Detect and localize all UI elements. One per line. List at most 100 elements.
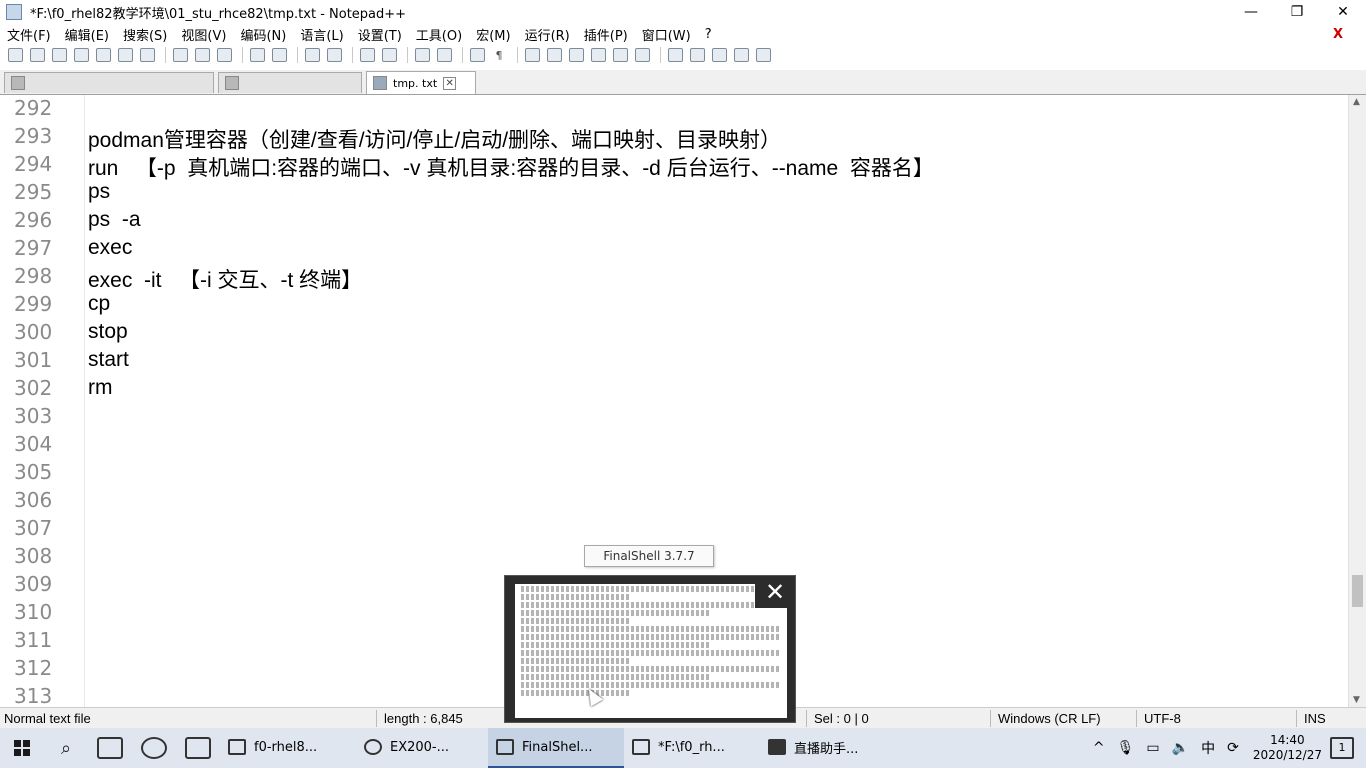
app-tray-icon[interactable]: ⟳ [1227, 740, 1239, 756]
status-selection: Sel : 0 | 0 [814, 711, 869, 726]
code-line[interactable]: exec -it 【-i 交互、-t 终端】 [88, 264, 362, 294]
menu-search[interactable]: 搜索(S) [116, 25, 174, 44]
menu-help[interactable]: ? [698, 27, 719, 42]
network-icon[interactable]: ▭ [1146, 740, 1159, 756]
code-line[interactable]: stop [88, 320, 128, 344]
monitoring-icon[interactable] [633, 47, 651, 63]
function-list-icon[interactable] [589, 47, 607, 63]
scroll-up-icon[interactable]: ▲ [1353, 97, 1360, 107]
menu-settings[interactable]: 设置(T) [351, 25, 409, 44]
code-line[interactable]: run 【-p 真机端口:容器的端口、-v 真机目录:容器的目录、-d 后台运行… [88, 152, 934, 182]
task-finalshell[interactable]: FinalShel... [488, 728, 624, 768]
menu-edit[interactable]: 编辑(E) [58, 25, 116, 44]
ime-indicator[interactable]: 中 [1201, 738, 1215, 758]
new-file-icon[interactable] [6, 47, 24, 63]
close-file-icon[interactable] [94, 47, 112, 63]
microphone-icon[interactable]: 🎙 [1117, 740, 1135, 756]
open-file-icon[interactable] [28, 47, 46, 63]
code-line[interactable]: cp [88, 292, 110, 316]
menu-plugins[interactable]: 插件(P) [577, 25, 635, 44]
show-all-chars-icon[interactable]: ¶ [490, 47, 508, 63]
save-all-icon[interactable] [72, 47, 90, 63]
task-ex200[interactable]: EX200-... [356, 728, 488, 768]
task-live-assistant[interactable]: 直播助手... [760, 728, 896, 768]
menu-file[interactable]: 文件(F) [0, 25, 58, 44]
menu-macro[interactable]: 宏(M) [469, 25, 517, 44]
record-macro-icon[interactable] [666, 47, 684, 63]
vertical-scrollbar[interactable]: ▲ ▼ [1348, 95, 1366, 707]
stop-macro-icon[interactable] [688, 47, 706, 63]
tray-overflow-chevron-icon[interactable]: ^ [1093, 740, 1105, 756]
preview-close-button[interactable]: ✕ [755, 576, 795, 608]
word-wrap-icon[interactable] [468, 47, 486, 63]
udl-icon[interactable] [545, 47, 563, 63]
copy-icon[interactable] [193, 47, 211, 63]
terminal-line [521, 626, 781, 632]
file-explorer-icon[interactable] [176, 728, 220, 768]
doc-map-icon[interactable] [567, 47, 585, 63]
menu-encoding[interactable]: 编码(N) [233, 25, 293, 44]
tab-document-1[interactable] [4, 72, 214, 93]
code-line[interactable]: start [88, 348, 129, 372]
minimize-button[interactable]: — [1228, 0, 1274, 24]
cut-icon[interactable] [171, 47, 189, 63]
pinned-app-icon[interactable] [132, 728, 176, 768]
line-number: 299 [14, 292, 53, 316]
folder-workspace-icon[interactable] [611, 47, 629, 63]
tab-tmp-txt[interactable]: tmp. txt ✕ [366, 71, 476, 94]
finalshell-preview[interactable]: ✕ [504, 575, 796, 723]
search-icon[interactable]: ⌕ [44, 728, 88, 768]
volume-icon[interactable]: 🔈 [1172, 740, 1189, 756]
start-button[interactable] [0, 728, 44, 768]
zoom-out-icon[interactable] [380, 47, 398, 63]
code-line[interactable]: podman管理容器（创建/查看/访问/停止/启动/删除、端口映射、目录映射） [88, 124, 781, 154]
maximize-button[interactable]: ❐ [1274, 0, 1320, 24]
run-macro-multiple-icon[interactable] [732, 47, 750, 63]
zoom-in-icon[interactable] [358, 47, 376, 63]
print-icon[interactable] [138, 47, 156, 63]
scrollbar-thumb[interactable] [1352, 575, 1363, 607]
save-macro-icon[interactable] [754, 47, 772, 63]
menu-language[interactable]: 语言(L) [293, 25, 350, 44]
scroll-down-icon[interactable]: ▼ [1353, 695, 1360, 705]
status-divider [376, 710, 377, 727]
menu-window[interactable]: 窗口(W) [635, 25, 698, 44]
task-f0-rhel8[interactable]: f0-rhel8... [220, 728, 356, 768]
code-line[interactable]: exec [88, 236, 132, 260]
play-macro-icon[interactable] [710, 47, 728, 63]
close-all-icon[interactable] [116, 47, 134, 63]
terminal-line [521, 642, 712, 648]
notification-center-icon[interactable]: 1 [1330, 737, 1354, 759]
line-number: 294 [14, 152, 53, 176]
redo-icon[interactable] [270, 47, 288, 63]
clock[interactable]: 14:40 2020/12/27 [1253, 733, 1322, 763]
line-number: 307 [14, 516, 53, 540]
notepadpp-app-icon[interactable] [6, 4, 22, 20]
taskbar: ⌕ f0-rhel8... EX200-... FinalShel... *F:… [0, 728, 1366, 768]
replace-icon[interactable] [325, 47, 343, 63]
sync-vertical-icon[interactable] [413, 47, 431, 63]
terminal-line [521, 634, 781, 640]
code-line[interactable]: rm [88, 376, 113, 400]
close-document-button[interactable]: X [1326, 27, 1350, 42]
finalshell-preview-screen[interactable] [515, 584, 787, 718]
menu-run[interactable]: 运行(R) [518, 25, 577, 44]
undo-icon[interactable] [248, 47, 266, 63]
save-icon[interactable] [50, 47, 68, 63]
find-icon[interactable] [303, 47, 321, 63]
menu-view[interactable]: 视图(V) [174, 25, 233, 44]
menu-tools[interactable]: 工具(O) [409, 25, 469, 44]
toolbar-separator [242, 47, 243, 63]
tab-close-icon[interactable]: ✕ [443, 76, 457, 90]
status-divider [990, 710, 991, 727]
code-line[interactable]: ps [88, 180, 110, 204]
task-notepadpp[interactable]: *F:\f0_rh... [624, 728, 760, 768]
indent-guide-icon[interactable] [523, 47, 541, 63]
finalshell-preview-title: FinalShell 3.7.7 [584, 545, 714, 567]
close-button[interactable]: ✕ [1320, 0, 1366, 24]
sync-horizontal-icon[interactable] [435, 47, 453, 63]
paste-icon[interactable] [215, 47, 233, 63]
pinned-app-icon[interactable] [88, 728, 132, 768]
code-line[interactable]: ps -a [88, 208, 141, 232]
tab-document-2[interactable] [218, 72, 362, 93]
